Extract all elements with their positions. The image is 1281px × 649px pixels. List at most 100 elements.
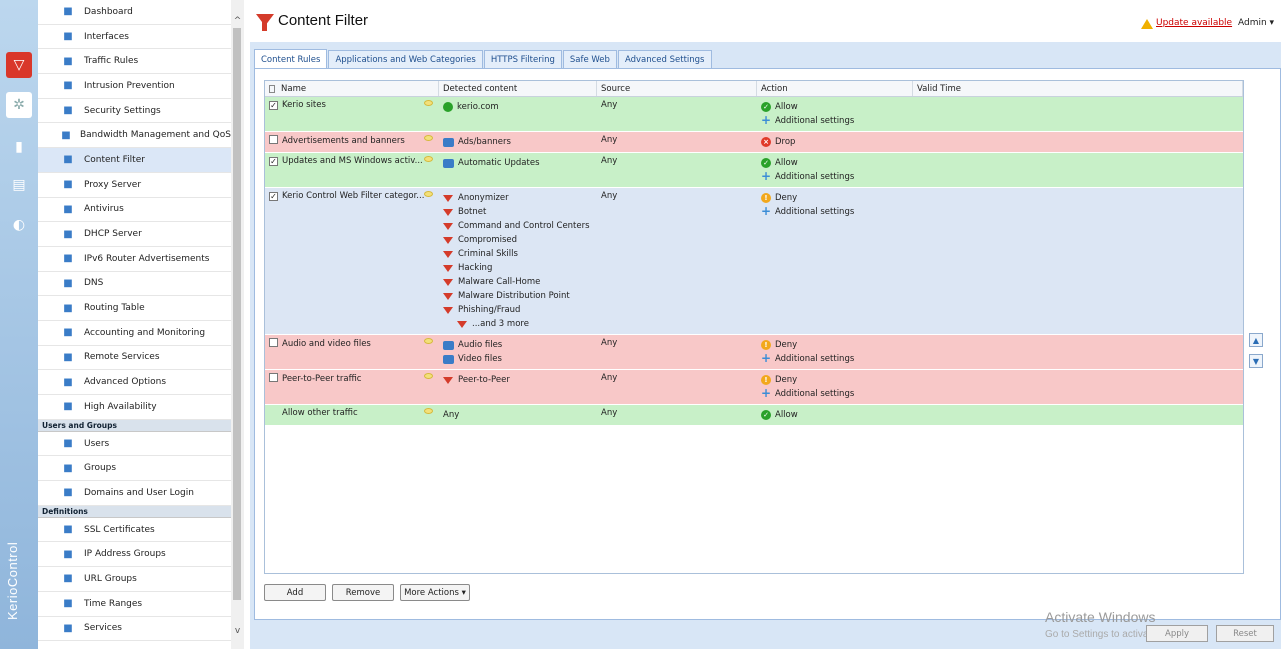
- comment-icon[interactable]: [424, 408, 433, 414]
- sidebar-item-content-filter[interactable]: ■ Content Filter: [38, 148, 231, 173]
- table-row[interactable]: ✓ Kerio sites kerio.com Any ✓ Allow + Additiona…: [265, 97, 1243, 132]
- category-icon: [443, 354, 454, 364]
- tab-content-rules[interactable]: Content Rules: [254, 49, 328, 69]
- sidebar-item-security-settings[interactable]: ■ Security Settings: [38, 99, 231, 124]
- sidebar-section-header: Users and Groups: [38, 419, 231, 432]
- additional-settings-line[interactable]: + Additional settings: [761, 352, 913, 366]
- move-down-button[interactable]: ▼: [1249, 354, 1263, 368]
- rule-name-cell: ✓ Kerio Control Web Filter categor...: [265, 188, 439, 334]
- tab-advanced-settings[interactable]: Advanced Settings: [617, 50, 712, 68]
- statistics-icon[interactable]: ▮: [6, 134, 32, 160]
- col-action-header[interactable]: Action: [757, 81, 913, 96]
- sidebar-item-traffic-rules[interactable]: ■ Traffic Rules: [38, 49, 231, 75]
- tab-bar: Content Rules Applications and Web Catego…: [254, 49, 713, 69]
- table-row[interactable]: Peer-to-Peer traffic Peer-to-Peer Any! Deny…: [265, 370, 1243, 405]
- logs-icon[interactable]: ▤: [6, 172, 32, 198]
- column-chooser-icon[interactable]: [269, 84, 275, 93]
- rule-enabled-checkbox[interactable]: [269, 373, 278, 382]
- rule-enabled-checkbox[interactable]: ✓: [269, 157, 278, 166]
- table-row[interactable]: ✓ Updates and MS Windows activ... Automati…: [265, 153, 1243, 188]
- sidebar-item-dashboard[interactable]: ■ Dashboard: [38, 0, 231, 25]
- comment-icon[interactable]: [424, 338, 433, 344]
- comment-icon[interactable]: [424, 373, 433, 379]
- more-actions-button[interactable]: More Actions ▾: [400, 584, 470, 601]
- sidebar-item-advanced-options[interactable]: ■ Advanced Options: [38, 370, 231, 395]
- table-row[interactable]: Advertisements and banners Ads/banners Any…: [265, 132, 1243, 153]
- sidebar-item-url-groups[interactable]: ■ URL Groups: [38, 567, 231, 592]
- add-button[interactable]: Add: [264, 584, 326, 601]
- sidebar-item-services[interactable]: ■ Services: [38, 617, 231, 642]
- table-row[interactable]: Allow other traffic Any Any ✓ Allow: [265, 405, 1243, 426]
- rule-enabled-checkbox[interactable]: ✓: [269, 192, 278, 201]
- sidebar-item-time-ranges[interactable]: ■ Time Ranges: [38, 592, 231, 617]
- scroll-up-icon[interactable]: ^: [231, 14, 244, 28]
- comment-icon[interactable]: [424, 100, 433, 106]
- status-icon[interactable]: ◐: [6, 212, 32, 238]
- action-label: Allow: [775, 158, 798, 168]
- additional-settings-label[interactable]: Additional settings: [775, 116, 854, 126]
- deny-icon: !: [761, 193, 771, 203]
- sidebar-item-dns[interactable]: ■ DNS: [38, 272, 231, 297]
- comment-icon[interactable]: [424, 191, 433, 197]
- sidebar-item-high-availability[interactable]: ■ High Availability: [38, 395, 231, 420]
- sidebar-scroll-thumb[interactable]: [233, 28, 241, 600]
- admin-menu[interactable]: Admin ▾: [1238, 18, 1274, 28]
- sidebar-item-remote-services[interactable]: ■ Remote Services: [38, 346, 231, 371]
- col-name-header[interactable]: Name: [265, 81, 439, 96]
- deny-icon: !: [761, 375, 771, 385]
- apply-button[interactable]: Apply: [1146, 625, 1208, 642]
- sidebar-item-bandwidth-management-and-qos[interactable]: ■ Bandwidth Management and QoS: [38, 123, 231, 149]
- table-row[interactable]: Audio and video files Audio files Video fi…: [265, 335, 1243, 370]
- additional-settings-label[interactable]: Additional settings: [775, 389, 854, 399]
- sidebar-item-antivirus[interactable]: ■ Antivirus: [38, 198, 231, 223]
- col-source-header[interactable]: Source: [597, 81, 757, 96]
- move-up-button[interactable]: ▲: [1249, 333, 1263, 347]
- col-content-header[interactable]: Detected content: [439, 81, 597, 96]
- sidebar-item-interfaces[interactable]: ■ Interfaces: [38, 25, 231, 50]
- sidebar-item-dhcp-server[interactable]: ■ DHCP Server: [38, 222, 231, 247]
- table-row[interactable]: ✓ Kerio Control Web Filter categor... Anon…: [265, 188, 1243, 335]
- tab-safe-web[interactable]: Safe Web: [562, 50, 617, 68]
- additional-settings-line[interactable]: + Additional settings: [761, 205, 913, 219]
- additional-settings-line[interactable]: + Additional settings: [761, 114, 913, 128]
- col-validtime-header[interactable]: Valid Time: [913, 81, 1243, 96]
- configuration-icon[interactable]: ✲: [6, 92, 32, 118]
- comment-icon[interactable]: [424, 135, 433, 141]
- sidebar-item-label: Routing Table: [84, 303, 145, 314]
- remove-button[interactable]: Remove: [332, 584, 394, 601]
- sidebar-item-users[interactable]: ■ Users: [38, 432, 231, 457]
- scroll-down-icon[interactable]: v: [231, 624, 244, 638]
- rule-enabled-checkbox[interactable]: [269, 135, 278, 144]
- proxy-icon: ■: [63, 179, 73, 191]
- kerio-logo-icon[interactable]: ▽: [6, 52, 32, 78]
- additional-settings-label[interactable]: Additional settings: [775, 172, 854, 182]
- table-body: ✓ Kerio sites kerio.com Any ✓ Allow + Additiona…: [265, 97, 1243, 426]
- sidebar-item-label: Accounting and Monitoring: [84, 327, 206, 338]
- update-link[interactable]: Update available: [1156, 18, 1232, 28]
- rule-enabled-checkbox[interactable]: [269, 338, 278, 347]
- sidebar-item-intrusion-prevention[interactable]: ■ Intrusion Prevention: [38, 74, 231, 99]
- rule-name: Audio and video files: [282, 339, 371, 349]
- sidebar-item-proxy-server[interactable]: ■ Proxy Server: [38, 173, 231, 198]
- content-label: Malware Call-Home: [458, 277, 541, 287]
- sidebar-item-ip-address-groups[interactable]: ■ IP Address Groups: [38, 542, 231, 568]
- additional-settings-line[interactable]: + Additional settings: [761, 387, 913, 401]
- sidebar-item-groups[interactable]: ■ Groups: [38, 456, 231, 482]
- content-label: Ads/banners: [458, 137, 511, 147]
- sidebar-item-ipv6-router-advertisements[interactable]: ■ IPv6 Router Advertisements: [38, 247, 231, 272]
- sidebar-item-ssl-certificates[interactable]: ■ SSL Certificates: [38, 518, 231, 543]
- sidebar-item-routing-table[interactable]: ■ Routing Table: [38, 296, 231, 321]
- additional-settings-line[interactable]: + Additional settings: [761, 170, 913, 184]
- sidebar-item-accounting-and-monitoring[interactable]: ■ Accounting and Monitoring: [38, 321, 231, 346]
- reset-button[interactable]: Reset: [1216, 625, 1274, 642]
- additional-settings-label[interactable]: Additional settings: [775, 354, 854, 364]
- content-item: Ads/banners: [443, 135, 597, 149]
- content-item: Criminal Skills: [443, 247, 597, 261]
- comment-icon[interactable]: [424, 156, 433, 162]
- tab-applications-and-web-categories[interactable]: Applications and Web Categories: [328, 50, 483, 68]
- rule-enabled-checkbox[interactable]: ✓: [269, 101, 278, 110]
- allow-icon: ✓: [761, 410, 771, 420]
- sidebar-item-domains-and-user-login[interactable]: ■ Domains and User Login: [38, 481, 231, 506]
- tab-https-filtering[interactable]: HTTPS Filtering: [483, 50, 562, 68]
- additional-settings-label[interactable]: Additional settings: [775, 207, 854, 217]
